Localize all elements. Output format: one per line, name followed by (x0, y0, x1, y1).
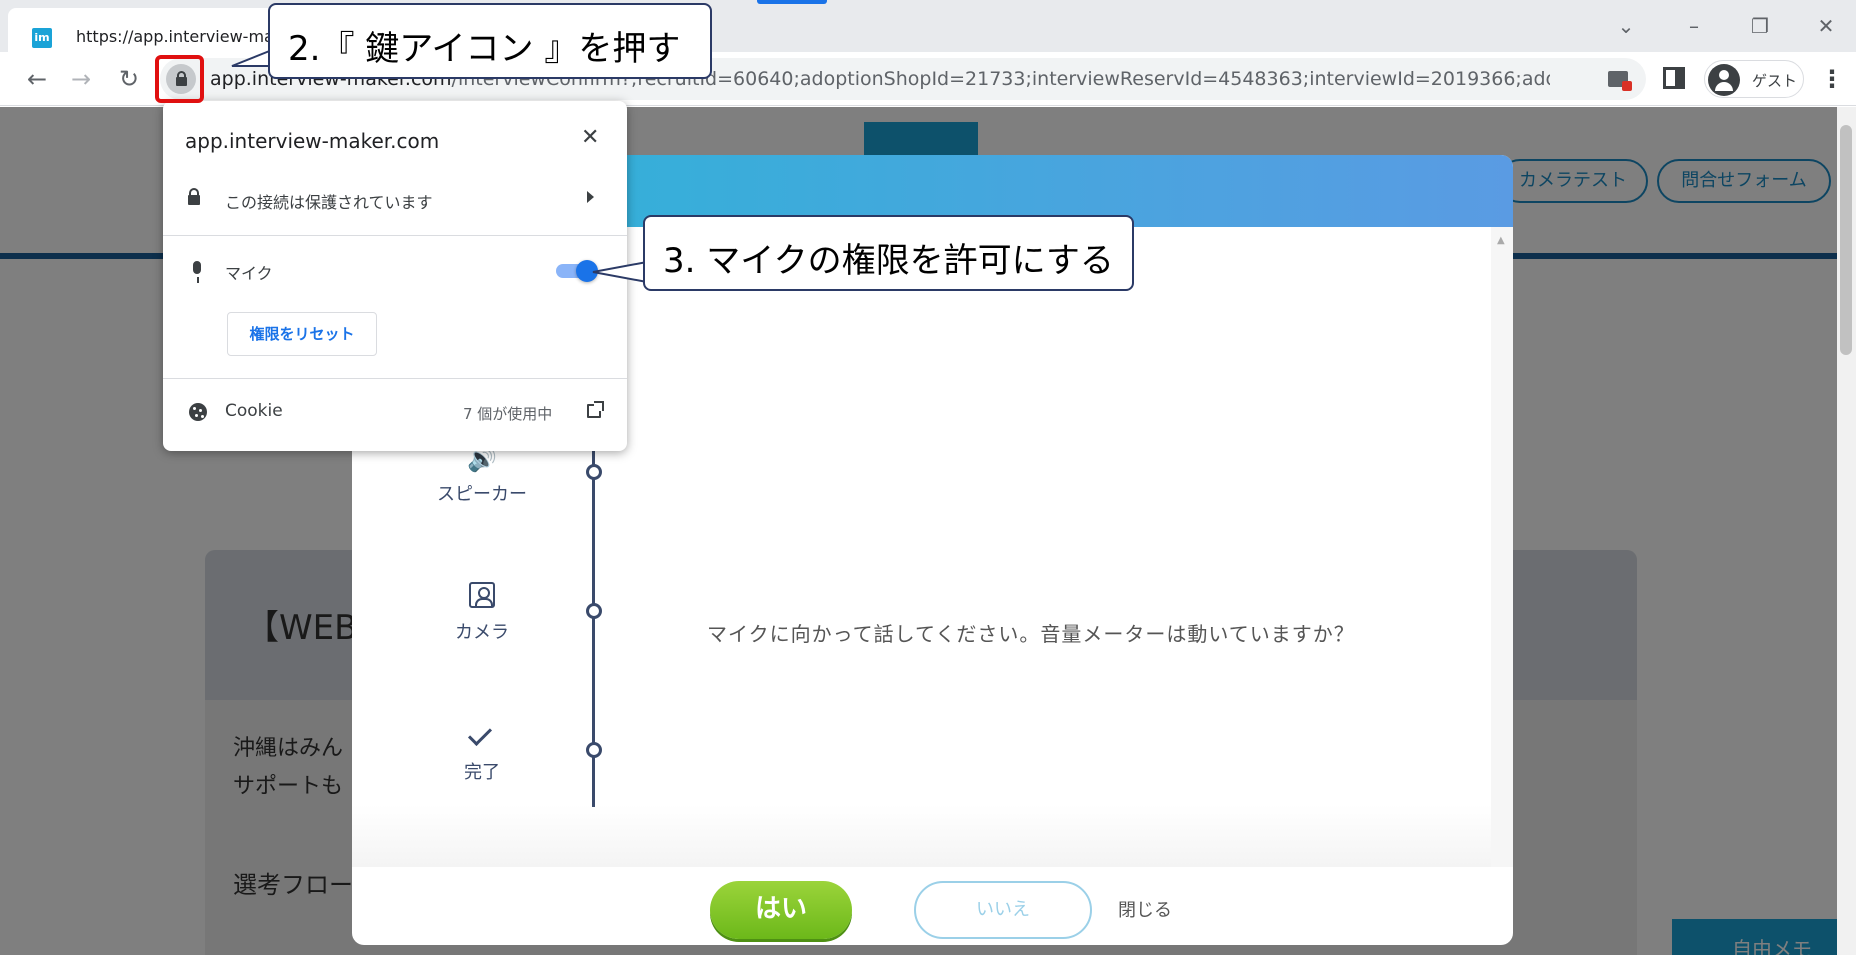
kebab-menu-icon[interactable]: ⋮ (1820, 62, 1844, 96)
divider (163, 235, 627, 236)
lock-highlight-box (155, 55, 204, 103)
forward-icon[interactable]: → (66, 64, 96, 94)
close-button[interactable]: 閉じる (1118, 896, 1172, 922)
tab-title: https://app.interview-mak (76, 27, 284, 46)
restore-icon[interactable]: ❐ (1742, 12, 1778, 40)
camera-icon (469, 582, 495, 608)
cookie-icon (189, 403, 207, 421)
side-panel-icon[interactable] (1663, 67, 1685, 89)
modal-scrollbar[interactable] (1491, 227, 1513, 867)
mic-permission-label: マイク (225, 264, 273, 283)
lock-icon (188, 188, 200, 205)
scroll-up-icon[interactable]: ▲ (1497, 235, 1505, 246)
site-info-popup: app.interview-maker.com ✕ この接続は保護されています … (163, 101, 627, 451)
close-window-icon[interactable]: ✕ (1808, 12, 1844, 40)
close-icon[interactable]: ✕ (581, 125, 599, 150)
annotation-step2: 2.『 鍵アイコン 』を押す (268, 3, 712, 79)
reload-icon[interactable]: ↻ (114, 64, 144, 94)
cookie-count: 7 個が使用中 (463, 405, 553, 423)
step-label-camera: カメラ (455, 622, 509, 643)
connection-secure-item[interactable]: この接続は保護されています (225, 189, 433, 213)
annotation-step3: 3. マイクの権限を許可にする (643, 215, 1134, 291)
avatar-icon (1708, 64, 1740, 96)
no-button[interactable]: いいえ (914, 881, 1092, 939)
divider (163, 378, 627, 379)
step-dot (586, 603, 602, 619)
page-scrollbar-thumb[interactable] (1840, 125, 1852, 355)
microphone-icon (193, 261, 201, 283)
back-icon[interactable]: ← (22, 64, 52, 94)
check-icon (467, 721, 493, 747)
step-label-complete: 完了 (464, 762, 500, 783)
site-favicon-icon: im (32, 28, 52, 48)
open-external-icon[interactable] (587, 401, 604, 418)
cookie-item[interactable]: Cookie (225, 401, 283, 421)
tab-search-chevron-icon[interactable]: ⌄ (1608, 12, 1644, 40)
mic-permission-toggle[interactable] (554, 260, 598, 282)
profile-label: ゲスト (1752, 72, 1798, 90)
reset-permissions-button[interactable]: 権限をリセット (227, 312, 377, 356)
profile-button[interactable]: ゲスト (1704, 60, 1804, 98)
chevron-right-icon[interactable] (587, 191, 594, 203)
popup-host: app.interview-maker.com (185, 129, 440, 153)
yes-button[interactable]: はい (710, 881, 852, 939)
mic-question: マイクに向かって話してください。音量メーターは動いていますか？ (707, 622, 1355, 646)
blocked-popup-icon[interactable] (1608, 71, 1632, 91)
tab-accent (757, 0, 827, 4)
step-label-speaker: スピーカー (437, 484, 527, 505)
step-dot (586, 464, 602, 480)
minimize-icon[interactable]: – (1676, 12, 1712, 40)
step-dot (586, 742, 602, 758)
